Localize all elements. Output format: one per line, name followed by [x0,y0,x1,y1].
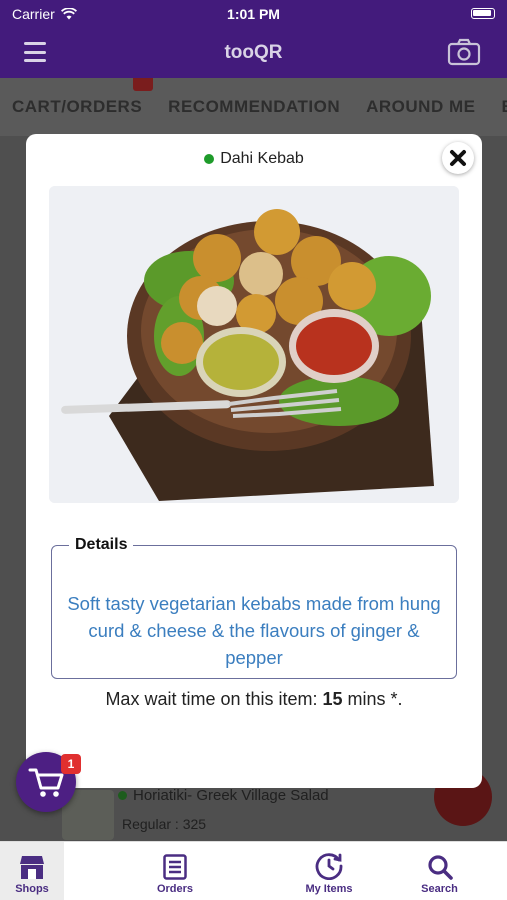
item-price: Regular : 325 [122,816,207,832]
bottom-navigation: Shops Orders My Items Search [0,841,507,900]
wait-prefix: Max wait time on this item: [105,689,323,709]
list-icon [163,854,187,880]
item-description: Soft tasty vegetarian kebabs made from h… [67,593,441,668]
app-bar: tooQR [0,28,507,78]
tab-recommendation[interactable]: RECOMMENDATION [168,97,340,117]
cart-icon [28,768,64,797]
veg-indicator-icon [204,154,215,164]
status-bar: Carrier 1:01 PM [0,0,507,28]
cart-count-badge: 1 [61,754,81,774]
clock-icon [315,853,343,880]
wait-value: 15 [322,689,343,709]
close-button[interactable] [442,142,474,174]
search-icon [427,855,453,880]
veg-indicator-icon [118,791,127,800]
store-icon [20,856,44,879]
item-name: Horiatiki- Greek Village Salad [133,787,329,804]
background-list-item: Horiatiki- Greek Village Salad Regular :… [118,787,329,832]
nav-shops-label: Shops [15,883,49,895]
item-detail-modal: Dahi Kebab Details Soft tasty vegetarian… [26,134,482,788]
nav-orders-label: Orders [156,883,194,895]
wait-suffix: mins *. [342,689,403,709]
tab-badge [133,78,153,91]
clock: 1:01 PM [227,6,280,22]
nav-my-items[interactable]: My Items [286,842,372,900]
modal-title: Dahi Kebab [26,150,482,168]
menu-icon[interactable] [24,42,46,62]
tab-more[interactable]: BE [501,97,507,117]
battery-icon [471,8,495,19]
nav-orders[interactable]: Orders [64,842,286,900]
camera-icon[interactable] [447,38,481,66]
details-section: Details Soft tasty vegetarian kebabs mad… [51,536,457,679]
nav-shops[interactable]: Shops [0,842,64,900]
nav-search[interactable]: Search [372,842,507,900]
max-wait-time: Max wait time on this item: 15 mins *. [26,689,482,710]
nav-search-label: Search [421,883,458,895]
food-photo [49,186,459,503]
details-label: Details [69,536,134,554]
close-icon [448,148,468,168]
item-name: Dahi Kebab [220,150,304,167]
app-title: tooQR [224,42,283,63]
tab-around-me[interactable]: AROUND ME [366,97,475,117]
tab-cart-orders-label: CART/ORDERS [12,97,143,116]
tab-cart-orders[interactable]: CART/ORDERS [12,78,153,117]
category-tabs: CART/ORDERS RECOMMENDATION AROUND ME BE [0,78,507,136]
nav-my-items-label: My Items [305,883,353,895]
